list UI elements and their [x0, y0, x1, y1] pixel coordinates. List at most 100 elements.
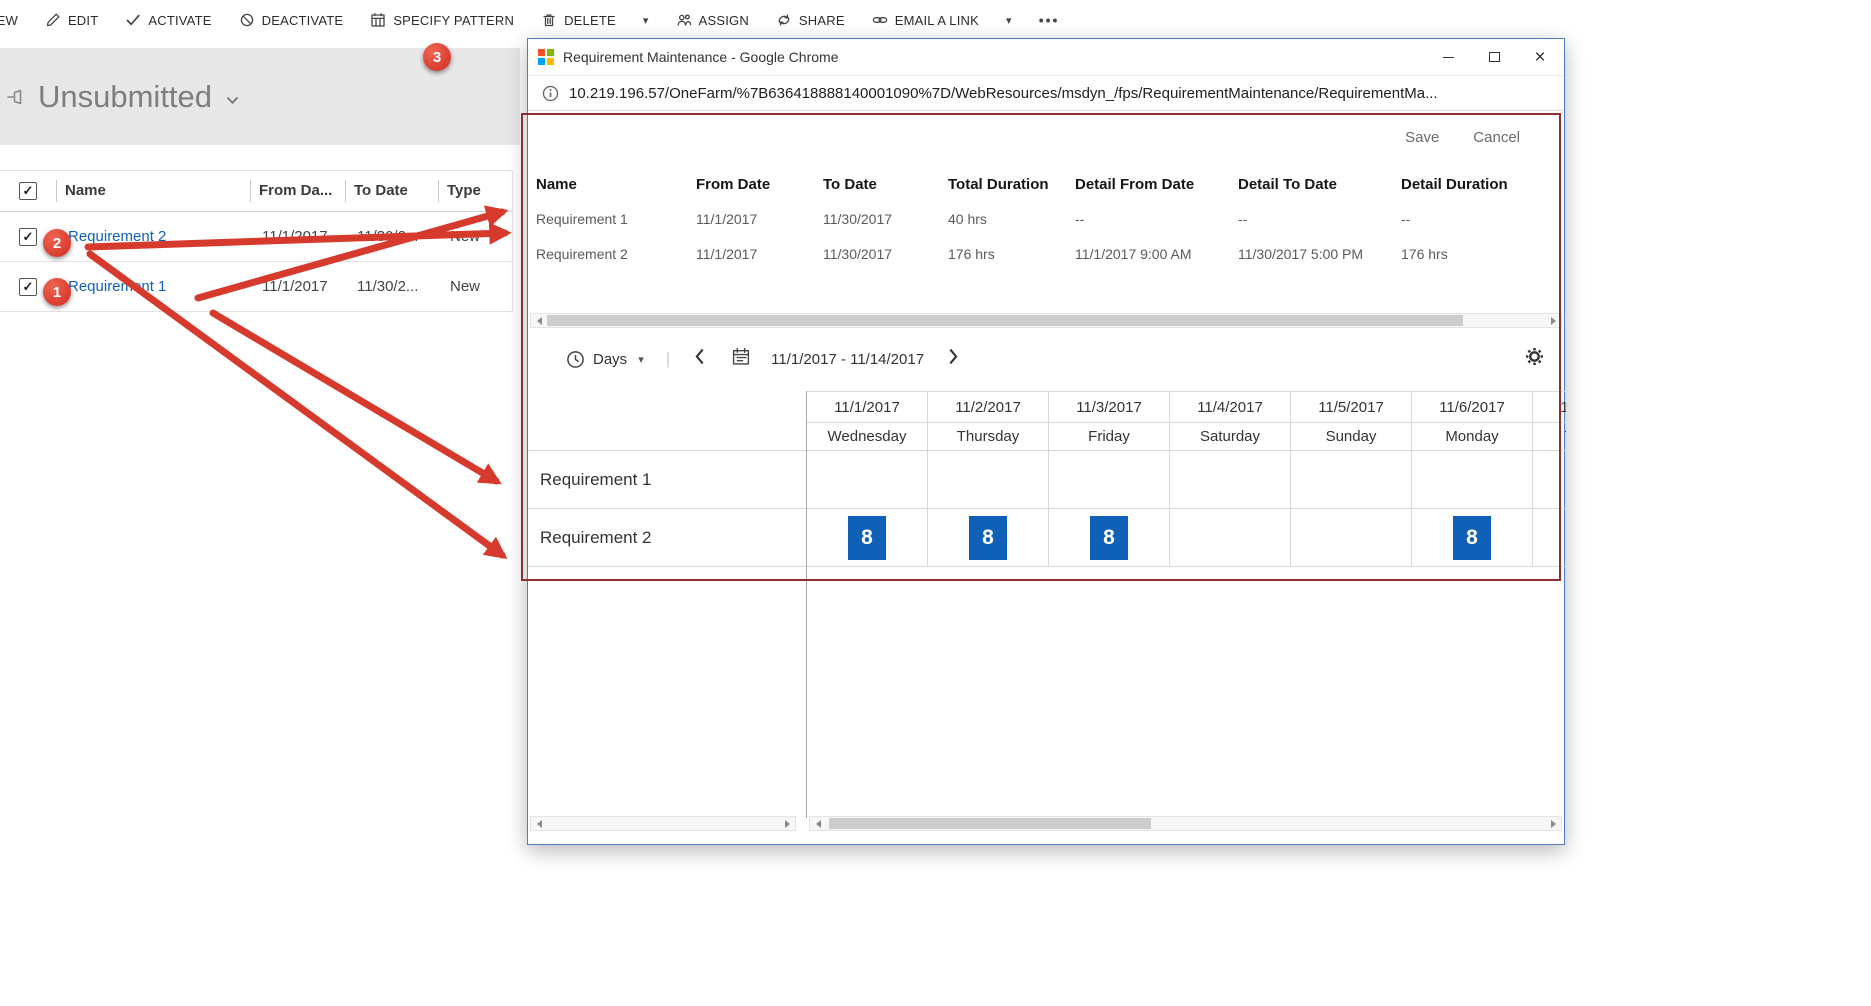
scheduler-row-label[interactable]: Requirement 1	[528, 451, 806, 509]
column-header-to-date[interactable]: To Date	[345, 180, 438, 202]
cmd-specify-pattern-button[interactable]: SPECIFY PATTERN	[370, 12, 514, 28]
save-button[interactable]: Save	[1405, 129, 1439, 146]
column-header-from-date[interactable]: From Da...	[250, 180, 345, 202]
select-all-checkbox[interactable]: ✓	[19, 182, 37, 200]
day-date-header: 11/5/2017	[1291, 392, 1412, 423]
cmd-email-link-label: EMAIL A LINK	[895, 13, 979, 28]
day-cell[interactable]: 8	[807, 509, 928, 567]
col-total-duration[interactable]: Total Duration	[948, 176, 1075, 193]
hours-badge[interactable]: 8	[1090, 516, 1128, 560]
col-from-date[interactable]: From Date	[696, 176, 823, 193]
day-cell[interactable]	[807, 451, 928, 509]
row-checkbox[interactable]: ✓	[19, 278, 37, 296]
scroll-right-button[interactable]	[1545, 817, 1561, 830]
record-link[interactable]: Requirement 1	[56, 278, 250, 295]
scroll-left-button[interactable]	[531, 314, 547, 327]
date-picker-button[interactable]	[731, 347, 751, 371]
date-range-label[interactable]: 11/1/2017 - 11/14/2017	[771, 351, 924, 368]
cmd-delete-button[interactable]: DELETE	[541, 12, 616, 28]
list-row-requirement-2[interactable]: ✓ Requirement 2 11/1/2017 11/30/2... New	[0, 212, 512, 262]
cmd-more-button[interactable]: •••	[1039, 12, 1060, 28]
cmd-assign-button[interactable]: ASSIGN	[676, 12, 749, 28]
table-scrollbar[interactable]	[530, 313, 1562, 328]
close-button[interactable]: ×	[1517, 39, 1563, 75]
scrollbar-track[interactable]	[826, 817, 1545, 830]
triangle-left-icon	[537, 317, 542, 325]
scheduler-row-label[interactable]: Requirement 2	[528, 509, 806, 567]
cell-from-date: 11/1/2017	[696, 211, 823, 227]
pin-icon	[6, 88, 28, 106]
address-bar[interactable]: 10.219.196.57/OneFarm/%7B636418888140001…	[528, 75, 1564, 111]
cmd-edit-button[interactable]: EDIT	[45, 12, 98, 28]
requirement-maintenance-content: Save Cancel Name From Date To Date Total…	[528, 111, 1564, 844]
table-header-row: Name From Date To Date Total Duration De…	[528, 167, 1564, 201]
day-cell[interactable]	[1170, 509, 1291, 567]
cmd-email-link-button[interactable]: EMAIL A LINK	[872, 12, 979, 28]
column-header-type[interactable]: Type	[438, 180, 512, 202]
scrollbar-thumb[interactable]	[829, 818, 1151, 829]
scroll-right-button[interactable]	[1545, 314, 1561, 327]
next-period-button[interactable]	[948, 348, 959, 370]
chevron-down-icon	[226, 96, 239, 105]
form-actions: Save Cancel	[1405, 129, 1520, 146]
col-detail-duration[interactable]: Detail Duration	[1401, 176, 1564, 193]
day-cell[interactable]	[1291, 509, 1412, 567]
day-cell[interactable]	[1533, 509, 1566, 567]
cmd-activate-button[interactable]: ACTIVATE	[125, 12, 211, 28]
cmd-delete-dropdown[interactable]: ▾	[643, 14, 649, 27]
scrollbar-thumb[interactable]	[547, 315, 1463, 326]
triangle-right-icon	[1551, 820, 1556, 828]
day-cell[interactable]	[1170, 451, 1291, 509]
hours-badge[interactable]: 8	[969, 516, 1007, 560]
names-panel-scrollbar[interactable]	[530, 816, 796, 831]
scroll-left-button[interactable]	[810, 817, 826, 830]
scroll-right-button[interactable]	[779, 817, 795, 830]
day-cell[interactable]: 8	[1049, 509, 1170, 567]
scrollbar-track[interactable]	[547, 314, 1545, 327]
cmd-email-link-dropdown[interactable]: ▾	[1006, 14, 1012, 27]
cmd-deactivate-button[interactable]: DEACTIVATE	[239, 12, 344, 28]
day-cell[interactable]	[1049, 451, 1170, 509]
hours-badge[interactable]: 8	[848, 516, 886, 560]
pattern-calendar-icon	[370, 12, 386, 28]
scrollbar-track[interactable]	[547, 817, 779, 830]
cell-detail-from-date: --	[1075, 211, 1238, 227]
col-detail-to-date[interactable]: Detail To Date	[1238, 176, 1401, 193]
trash-icon	[541, 12, 557, 28]
col-detail-from-date[interactable]: Detail From Date	[1075, 176, 1238, 193]
scale-mode-label[interactable]: Days	[593, 351, 627, 368]
day-cell[interactable]	[1412, 451, 1533, 509]
table-row-requirement-1[interactable]: Requirement 1 11/1/2017 11/30/2017 40 hr…	[528, 201, 1564, 236]
annotation-badge-3: 3	[423, 43, 451, 71]
record-link[interactable]: Requirement 2	[56, 228, 250, 245]
hours-badge[interactable]: 8	[1453, 516, 1491, 560]
day-cell[interactable]: 8	[928, 509, 1049, 567]
previous-period-button[interactable]	[694, 348, 705, 370]
day-cell[interactable]	[1291, 451, 1412, 509]
table-row-requirement-2[interactable]: Requirement 2 11/1/2017 11/30/2017 176 h…	[528, 236, 1564, 271]
col-to-date[interactable]: To Date	[823, 176, 948, 193]
cmd-new-button[interactable]: NEW	[0, 13, 18, 28]
weekday-header: Friday	[1049, 423, 1170, 451]
day-date-header: 11/6/2017	[1412, 392, 1533, 423]
minimize-button[interactable]	[1425, 39, 1471, 75]
scroll-left-button[interactable]	[531, 817, 547, 830]
annotation-badge-1: 1	[43, 278, 71, 306]
cmd-share-button[interactable]: SHARE	[776, 12, 845, 28]
settings-button[interactable]	[1525, 347, 1544, 371]
day-cell[interactable]: 8	[1412, 509, 1533, 567]
cancel-button[interactable]: Cancel	[1473, 129, 1520, 146]
col-name[interactable]: Name	[536, 176, 696, 193]
row-checkbox[interactable]: ✓	[19, 228, 37, 246]
pin-view-button[interactable]	[0, 88, 34, 106]
list-row-requirement-1[interactable]: ✓ Requirement 1 11/1/2017 11/30/2... New	[0, 262, 512, 312]
maximize-button[interactable]	[1471, 39, 1517, 75]
days-panel-scrollbar[interactable]	[809, 816, 1562, 831]
window-titlebar[interactable]: Requirement Maintenance - Google Chrome …	[528, 39, 1564, 75]
weekday-header-row: Wednesday Thursday Friday Saturday Sunda…	[807, 423, 1566, 451]
view-selector-button[interactable]	[226, 92, 239, 110]
column-header-name[interactable]: Name	[56, 180, 250, 202]
day-cell[interactable]	[928, 451, 1049, 509]
chevron-down-icon[interactable]: ▾	[638, 353, 644, 366]
day-cell[interactable]	[1533, 451, 1566, 509]
